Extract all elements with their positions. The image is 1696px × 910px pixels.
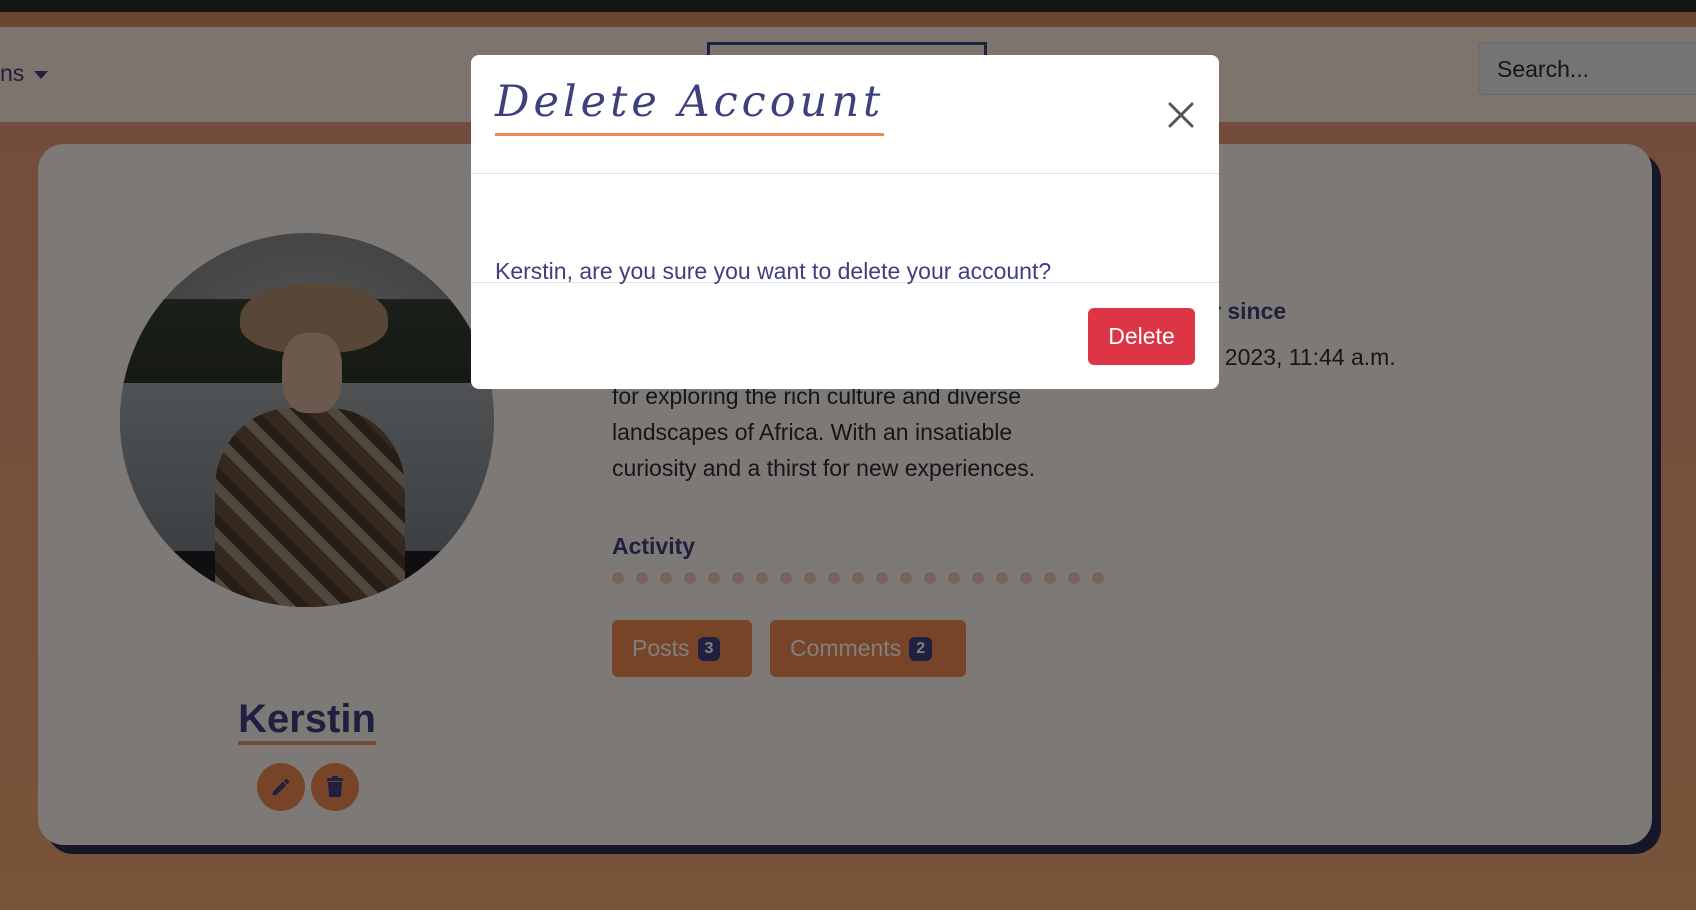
modal-title: Delete Account	[495, 77, 885, 136]
confirm-delete-button[interactable]: Delete	[1088, 308, 1195, 365]
modal-close-button[interactable]	[1161, 95, 1201, 135]
delete-account-modal: Delete Account Kerstin, are you sure you…	[471, 55, 1219, 389]
modal-header: Delete Account	[471, 55, 1219, 174]
modal-message: Kerstin, are you sure you want to delete…	[495, 258, 1052, 284]
modal-body: Kerstin, are you sure you want to delete…	[471, 174, 1219, 284]
close-icon	[1168, 102, 1194, 128]
